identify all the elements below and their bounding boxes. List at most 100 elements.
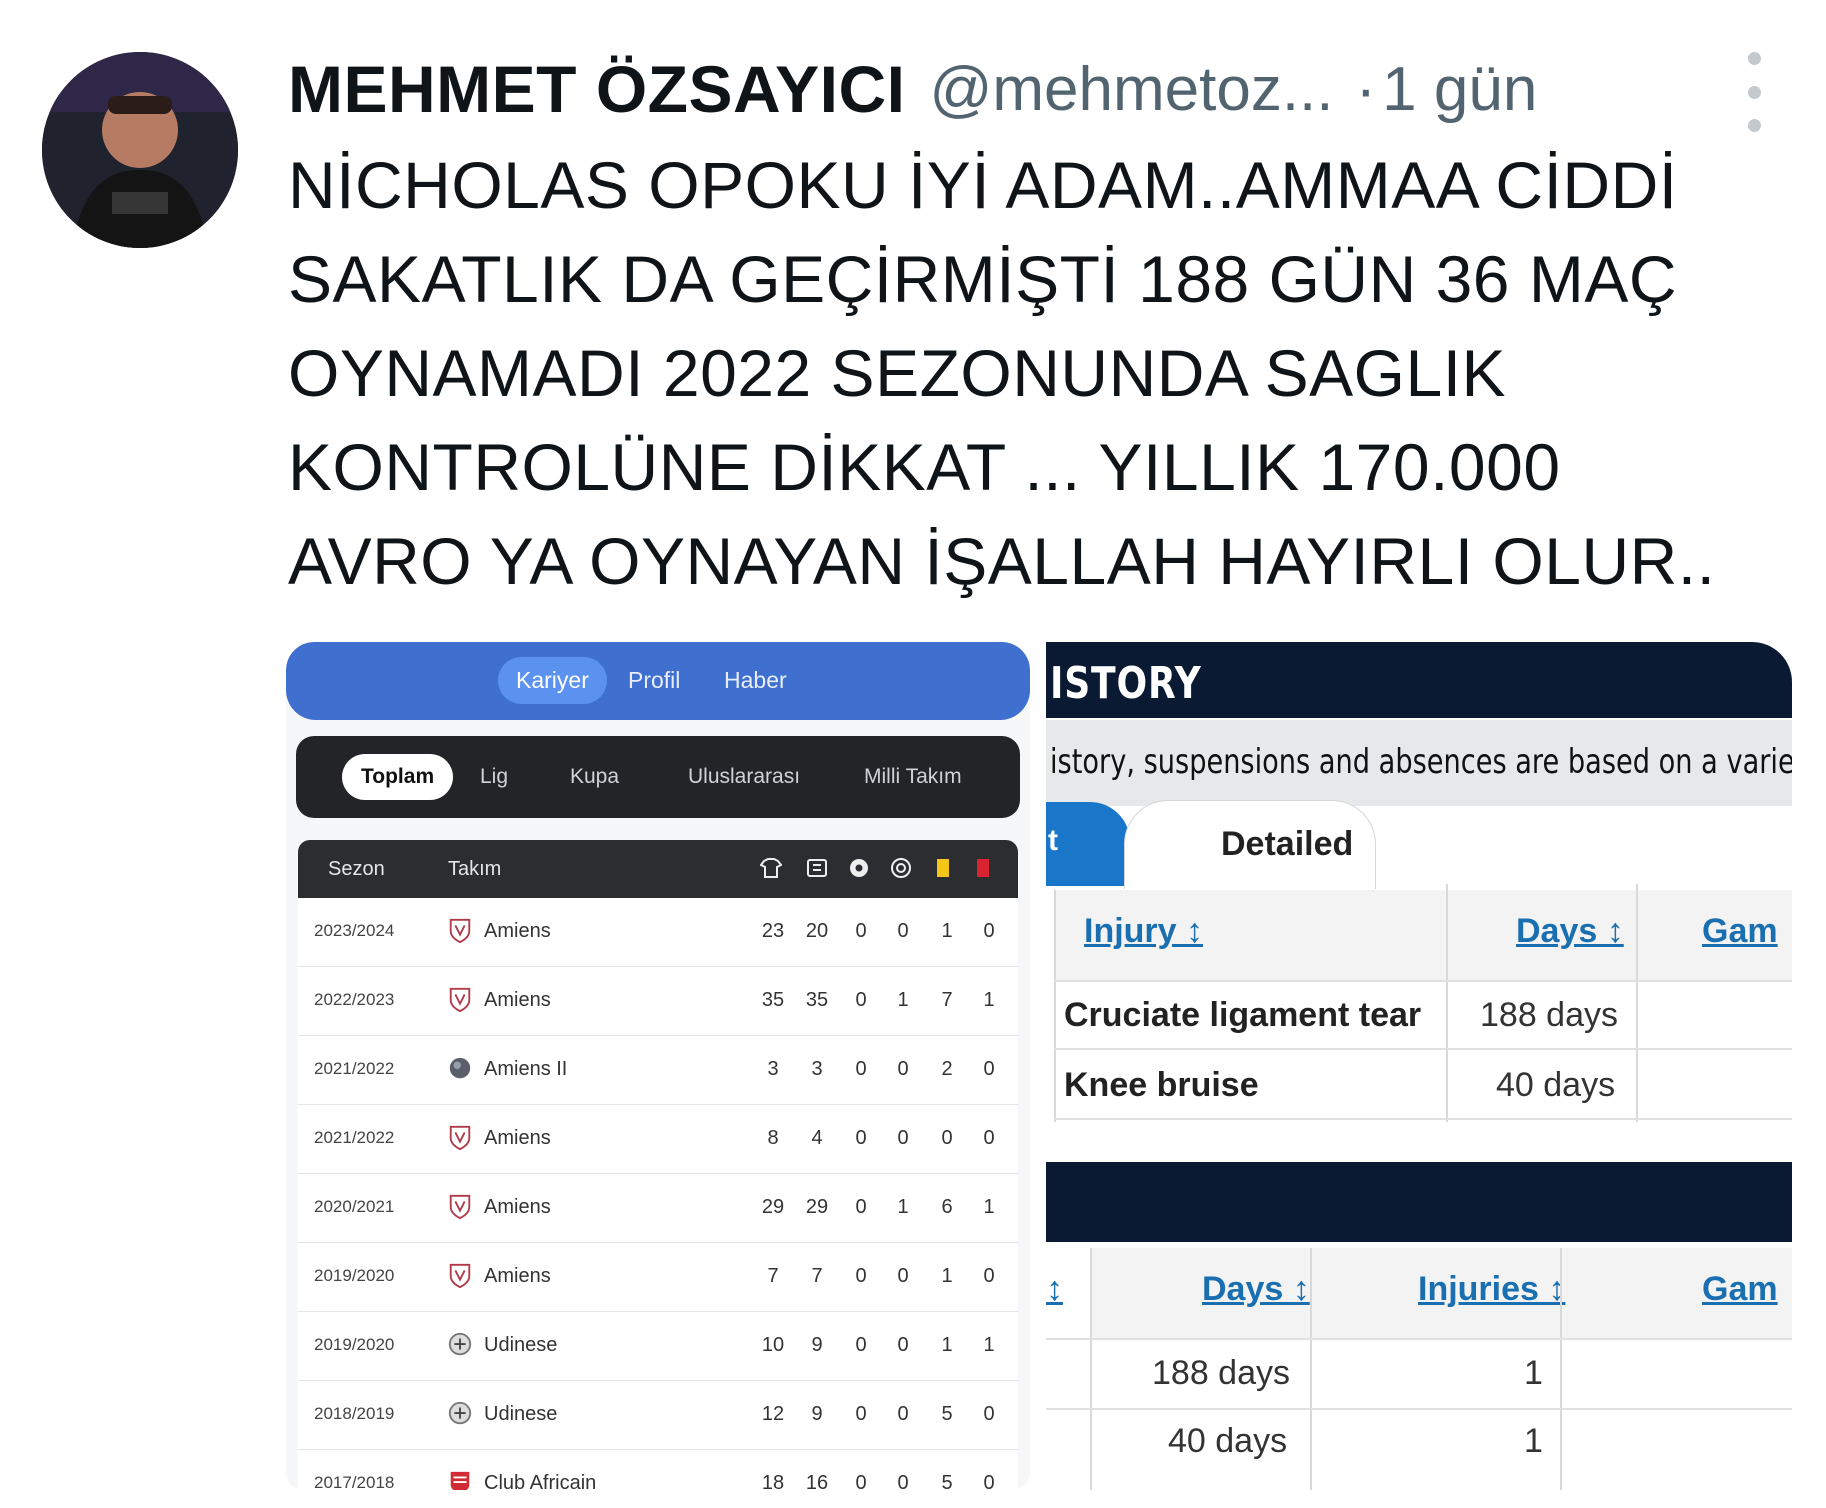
- divider: [1046, 1338, 1792, 1340]
- more-options-icon[interactable]: [1734, 52, 1774, 132]
- stat-cell: 0: [983, 920, 995, 942]
- table-row[interactable]: 2021/2022 Amiens II 3 3 0 0 2 0: [298, 1036, 1018, 1105]
- season-cell: 2019/2020: [314, 1266, 395, 1285]
- stat-cell: 0: [983, 1127, 995, 1149]
- summary-injuries: 1: [1524, 1422, 1543, 1460]
- team-cell[interactable]: Amiens: [484, 1265, 551, 1288]
- divider: [1310, 1248, 1312, 1490]
- injury-title: ISTORY: [1050, 658, 1202, 709]
- stat-cell: 0: [855, 1127, 867, 1149]
- days-sort-link[interactable]: Days ↕: [1202, 1270, 1310, 1309]
- stat-cell: 0: [855, 1403, 867, 1425]
- avatar[interactable]: [42, 52, 238, 248]
- table-row[interactable]: 2018/2019 Udinese 12 9 0 0 5 0: [298, 1381, 1018, 1450]
- filter-toplam[interactable]: Toplam: [342, 754, 454, 800]
- table-row[interactable]: 2021/2022 Amiens 8 4 0 0 0 0: [298, 1105, 1018, 1174]
- season-cell: 2021/2022: [314, 1128, 395, 1147]
- days-sort-link[interactable]: Days ↕: [1516, 912, 1624, 951]
- tweet-text-line: KONTROLÜNE DİKKAT ... YILLIK 170.000: [288, 430, 1561, 504]
- stat-cell: 1: [983, 1196, 995, 1218]
- season-cell: 2018/2019: [314, 1404, 395, 1423]
- stat-cell: 9: [811, 1403, 823, 1425]
- filter-uluslararasi[interactable]: Uluslararası: [688, 765, 800, 789]
- filter-milli-takim[interactable]: Milli Takım: [864, 765, 962, 789]
- team-cell[interactable]: Amiens: [484, 989, 551, 1012]
- tab-summary[interactable]: t: [1046, 802, 1130, 886]
- table-row[interactable]: 2019/2020 Amiens 7 7 0 0 1 0: [298, 1243, 1018, 1312]
- stat-cell: 0: [983, 1265, 995, 1287]
- stat-cell: 1: [983, 1334, 995, 1356]
- table-row[interactable]: 2020/2021 Amiens 29 29 0 1 6 1: [298, 1174, 1018, 1243]
- stat-cell: 0: [941, 1127, 953, 1149]
- season-cell: 2020/2021: [314, 1197, 395, 1216]
- divider: [1054, 980, 1792, 982]
- tab-haber[interactable]: Haber: [724, 667, 787, 694]
- stat-cell: 3: [811, 1058, 823, 1080]
- injury-screenshot[interactable]: ISTORY istory, suspensions and absences …: [1046, 642, 1792, 1490]
- team-cell[interactable]: Amiens II: [484, 1058, 567, 1081]
- tweet-text-line: AVRO YA OYNAYAN İŞALLAH HAYIRLI OLUR..: [288, 524, 1716, 598]
- stat-cell: 0: [855, 1265, 867, 1287]
- career-table-header: Sezon Takım: [298, 840, 1018, 898]
- team-cell[interactable]: Club Africain: [484, 1472, 596, 1490]
- amiens2-logo-icon: [449, 1057, 471, 1079]
- stat-cell: 4: [811, 1127, 823, 1149]
- summary-injuries: 1: [1524, 1354, 1543, 1392]
- stat-cell: 5: [941, 1472, 953, 1490]
- bench-icon: [807, 859, 827, 877]
- stat-cell: 0: [897, 1127, 909, 1149]
- table-row[interactable]: 2019/2020 Udinese 10 9 0 0 1 1: [298, 1312, 1018, 1381]
- table-row[interactable]: 2017/2018 Club Africain 18 16 0 0 5 0: [298, 1450, 1018, 1490]
- team-cell[interactable]: Udinese: [484, 1403, 557, 1426]
- red-card-icon: [977, 859, 989, 877]
- injuries-sort-link[interactable]: Injuries ↕: [1418, 1270, 1565, 1309]
- injury-days: 188 days: [1480, 996, 1618, 1034]
- team-cell[interactable]: Amiens: [484, 920, 551, 943]
- filter-lig[interactable]: Lig: [480, 765, 508, 789]
- injury-name: Knee bruise: [1064, 1066, 1259, 1104]
- injury-sort-link[interactable]: Injury ↕: [1084, 912, 1203, 951]
- tab-detailed[interactable]: Detailed: [1124, 800, 1376, 889]
- stat-cell: 0: [983, 1403, 995, 1425]
- injury-name: Cruciate ligament tear: [1064, 996, 1422, 1034]
- injury-title-bar: ISTORY: [1046, 642, 1792, 718]
- tab-kariyer[interactable]: Kariyer: [498, 657, 607, 704]
- section-header-bar: [1046, 1162, 1792, 1242]
- career-table-body: 2023/2024 Amiens 23 20 0 0 1 0 2022/2023 Amiens 35…: [298, 898, 1018, 1490]
- header-team: Takım: [448, 858, 502, 880]
- stat-cell: 0: [855, 1472, 867, 1490]
- table-row[interactable]: 2023/2024 Amiens 23 20 0 0 1 0: [298, 898, 1018, 967]
- tweet-text-line: NİCHOLAS OPOKU İYİ ADAM..AMMAA CİDDİ: [288, 148, 1678, 222]
- author-name[interactable]: MEHMET ÖZSAYICI: [288, 51, 905, 127]
- career-screenshot[interactable]: Kariyer Profil Haber Toplam Lig Kupa Ulu…: [286, 642, 1030, 1490]
- season-cell: 2021/2022: [314, 1059, 395, 1078]
- season-cell: 2017/2018: [314, 1473, 395, 1490]
- stat-cell: 7: [767, 1265, 779, 1287]
- team-cell[interactable]: Amiens: [484, 1196, 551, 1219]
- stat-cell: 8: [767, 1127, 779, 1149]
- tweet-text: NİCHOLAS OPOKU İYİ ADAM..AMMAA CİDDİ SAK…: [288, 138, 1798, 608]
- team-cell[interactable]: Udinese: [484, 1334, 557, 1357]
- header-season: Sezon: [328, 858, 385, 880]
- author-handle[interactable]: @mehmetoz...: [929, 54, 1333, 125]
- tab-profil[interactable]: Profil: [628, 667, 680, 694]
- tab-detailed-label: Detailed: [1221, 825, 1354, 863]
- stat-cell: 29: [805, 1196, 829, 1218]
- tweet-text-line: OYNAMADI 2022 SEZONUNDA SAGLIK: [288, 336, 1507, 410]
- filter-kupa[interactable]: Kupa: [570, 765, 619, 789]
- stat-cell: 0: [983, 1472, 995, 1490]
- stat-cell: 6: [941, 1196, 953, 1218]
- team-cell[interactable]: Amiens: [484, 1127, 551, 1150]
- games-sort-link[interactable]: Gam: [1702, 912, 1778, 951]
- tweet-timestamp[interactable]: 1 gün: [1382, 54, 1537, 125]
- amiens-logo-icon: [449, 1125, 471, 1151]
- summary-sort-link[interactable]: ↕: [1046, 1270, 1063, 1309]
- divider: [1054, 1048, 1792, 1050]
- table-row[interactable]: 2022/2023 Amiens 35 35 0 1 7 1: [298, 967, 1018, 1036]
- stat-cell: 0: [897, 1265, 909, 1287]
- season-cell: 2022/2023: [314, 990, 395, 1009]
- stat-cell: 7: [941, 989, 953, 1011]
- games-sort-link[interactable]: Gam: [1702, 1270, 1778, 1309]
- summary-days: 40 days: [1168, 1422, 1288, 1460]
- stat-cell: 0: [897, 920, 909, 942]
